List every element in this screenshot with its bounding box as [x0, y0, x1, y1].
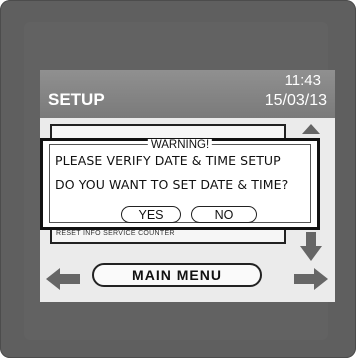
no-button[interactable]: NO — [191, 206, 257, 223]
settings-list-item: RESET INFO SERVICE COUNTER — [56, 230, 175, 237]
dialog-message-line2: DO YOU WANT TO SET DATE & TIME? — [55, 177, 289, 192]
page-title: SETUP — [48, 90, 105, 109]
warning-dialog: WARNING! PLEASE VERIFY DATE & TIME SETUP… — [40, 138, 320, 230]
screen-header: SETUP 11:43 15/03/13 — [40, 70, 335, 118]
yes-button[interactable]: YES — [121, 206, 181, 223]
device-body: SETUP 11:43 15/03/13 RESET INFO SERVICE … — [0, 0, 356, 358]
arrow-right-icon[interactable] — [292, 268, 328, 290]
dialog-heading: WARNING! — [147, 139, 213, 151]
clock-date: 15/03/13 — [264, 92, 327, 109]
arrow-left-icon[interactable] — [46, 268, 82, 290]
main-menu-button[interactable]: MAIN MENU — [92, 263, 262, 287]
clock-time: 11:43 — [284, 72, 321, 89]
arrow-up-icon[interactable] — [302, 124, 320, 134]
arrow-down-icon[interactable] — [300, 232, 322, 262]
dialog-message-line1: PLEASE VERIFY DATE & TIME SETUP — [55, 153, 281, 168]
